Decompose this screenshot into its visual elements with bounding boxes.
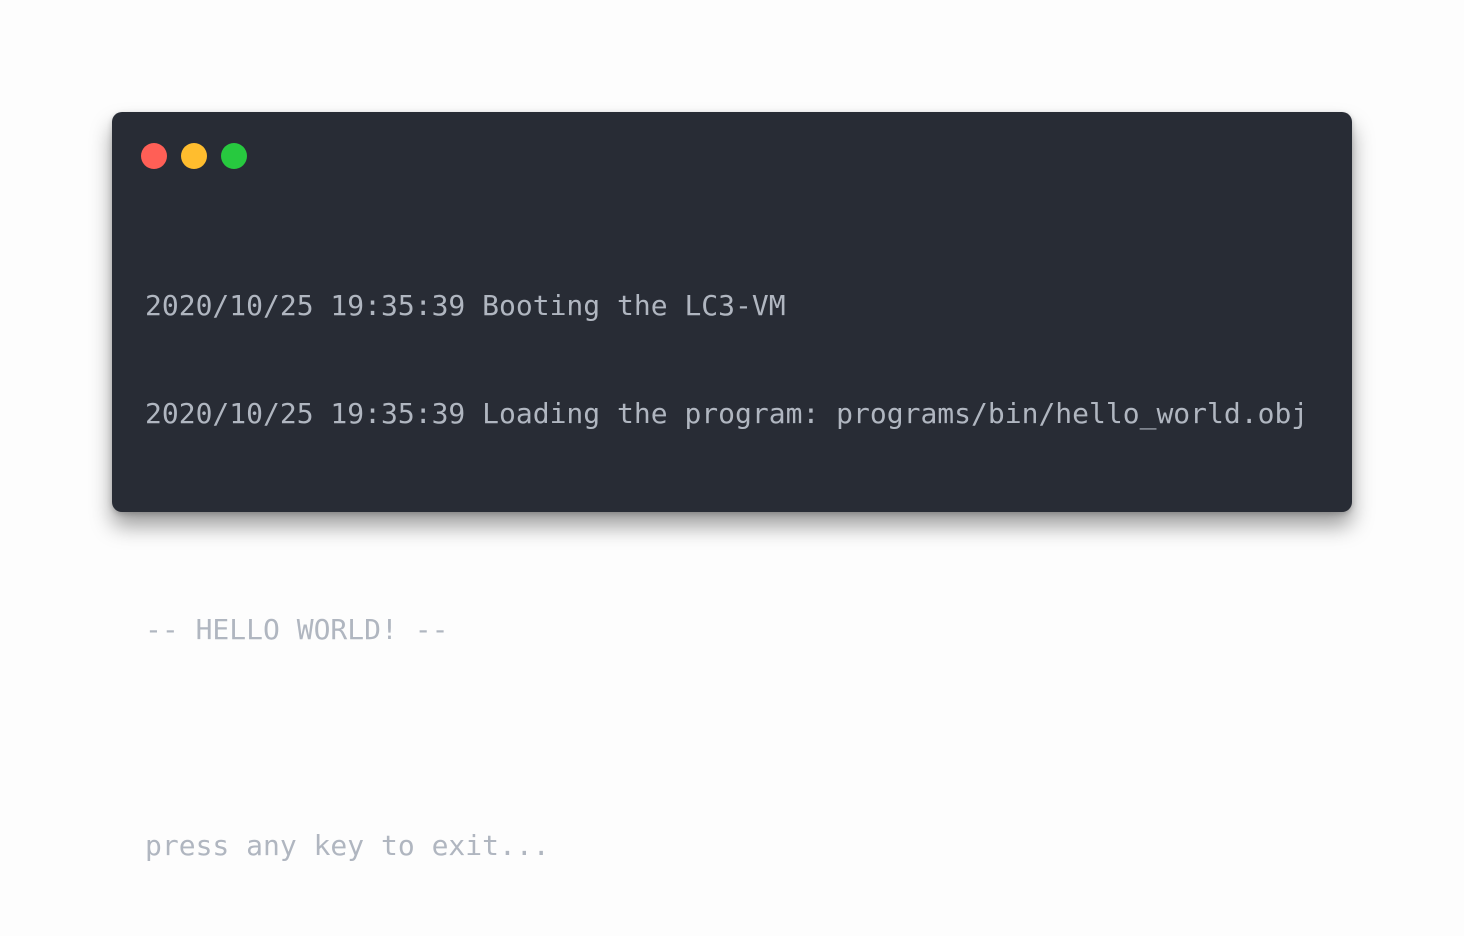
terminal-line-loading: 2020/10/25 19:35:39 Loading the program:… bbox=[145, 397, 1309, 430]
minimize-button[interactable] bbox=[181, 143, 207, 169]
terminal-line-hello: -- HELLO WORLD! -- bbox=[145, 613, 449, 646]
close-button[interactable] bbox=[141, 143, 167, 169]
terminal-output[interactable]: 2020/10/25 19:35:39 Booting the LC3-VM 2… bbox=[145, 216, 1332, 936]
window-controls bbox=[141, 143, 247, 169]
terminal-window: 2020/10/25 19:35:39 Booting the LC3-VM 2… bbox=[112, 112, 1352, 862]
terminal-line-prompt: press any key to exit... bbox=[145, 829, 550, 862]
maximize-button[interactable] bbox=[221, 143, 247, 169]
terminal-line-boot: 2020/10/25 19:35:39 Booting the LC3-VM bbox=[145, 289, 786, 322]
